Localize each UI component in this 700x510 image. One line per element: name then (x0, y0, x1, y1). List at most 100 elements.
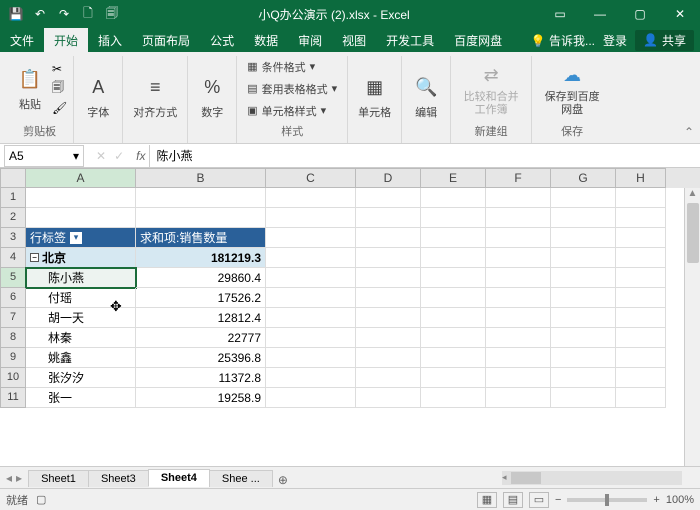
cell[interactable] (616, 228, 666, 248)
cell[interactable] (136, 208, 266, 228)
cell[interactable] (486, 368, 551, 388)
pivot-value-header[interactable]: 求和项:销售数量 (136, 228, 266, 248)
pivot-row-name[interactable]: 付瑶 (26, 288, 136, 308)
cell[interactable] (421, 368, 486, 388)
table-format-button[interactable]: ▤ 套用表格格式 ▾ (243, 80, 341, 98)
cell[interactable] (551, 228, 616, 248)
cell[interactable] (551, 368, 616, 388)
col-header-d[interactable]: D (356, 168, 421, 188)
pivot-row-value[interactable]: 12812.4 (136, 308, 266, 328)
tab-review[interactable]: 审阅 (288, 28, 332, 52)
cell[interactable] (616, 368, 666, 388)
cell[interactable] (356, 188, 421, 208)
cell[interactable] (266, 288, 356, 308)
tab-formulas[interactable]: 公式 (200, 28, 244, 52)
close-icon[interactable]: ✕ (660, 0, 700, 28)
tab-home[interactable]: 开始 (44, 28, 88, 52)
cell[interactable] (266, 328, 356, 348)
select-all-corner[interactable] (0, 168, 26, 188)
cell[interactable] (266, 308, 356, 328)
pivot-group-total[interactable]: 181219.3 (136, 248, 266, 268)
formula-input[interactable]: 陈小燕 (149, 145, 700, 167)
sheet-tab-sheet4[interactable]: Sheet4 (148, 469, 210, 487)
row-header[interactable]: 9 (0, 348, 26, 368)
horizontal-scrollbar[interactable]: ◂ (294, 471, 700, 485)
share-button[interactable]: 👤 共享 (635, 30, 694, 51)
row-header[interactable]: 10 (0, 368, 26, 388)
scrollbar-thumb[interactable] (687, 203, 699, 263)
pivot-row-name[interactable]: 张一 (26, 388, 136, 408)
cell[interactable] (486, 208, 551, 228)
cell[interactable] (421, 348, 486, 368)
editing-button[interactable]: 🔍 编辑 (408, 72, 444, 122)
cancel-formula-icon[interactable]: ✕ (96, 149, 106, 163)
row-header[interactable]: 1 (0, 188, 26, 208)
cell[interactable] (266, 228, 356, 248)
cell[interactable] (551, 248, 616, 268)
row-header[interactable]: 5 (0, 268, 26, 288)
baidu-save-button[interactable]: ☁ 保存到百度网盘 (538, 59, 606, 117)
cell[interactable] (616, 348, 666, 368)
pivot-row-name[interactable]: 张汐汐 (26, 368, 136, 388)
cell[interactable] (486, 228, 551, 248)
cell[interactable] (486, 188, 551, 208)
number-button[interactable]: % 数字 (194, 72, 230, 122)
undo-icon[interactable]: ↶ (30, 4, 50, 24)
tab-data[interactable]: 数据 (244, 28, 288, 52)
cell[interactable] (486, 308, 551, 328)
cell[interactable] (616, 308, 666, 328)
cell[interactable] (266, 248, 356, 268)
enter-formula-icon[interactable]: ✓ (114, 149, 124, 163)
format-painter-icon[interactable]: 🖌 (52, 101, 67, 115)
cell[interactable] (551, 328, 616, 348)
pivot-row-value[interactable]: 29860.4 (136, 268, 266, 288)
chevron-down-icon[interactable]: ▾ (73, 149, 79, 163)
cell[interactable] (421, 328, 486, 348)
cell[interactable] (616, 248, 666, 268)
alignment-button[interactable]: ≡ 对齐方式 (129, 72, 181, 122)
tell-me-search[interactable]: 💡 告诉我... (531, 32, 595, 49)
cell[interactable] (486, 288, 551, 308)
collapse-icon[interactable]: − (30, 253, 39, 262)
ribbon-options-icon[interactable]: ▭ (540, 0, 580, 28)
row-header[interactable]: 3 (0, 228, 26, 248)
cell[interactable] (356, 288, 421, 308)
cell[interactable] (616, 328, 666, 348)
cell[interactable] (486, 348, 551, 368)
cell[interactable] (421, 288, 486, 308)
col-header-h[interactable]: H (616, 168, 666, 188)
cell[interactable] (486, 388, 551, 408)
pivot-row-label-header[interactable]: 行标签▾ (26, 228, 136, 248)
cell[interactable] (616, 268, 666, 288)
conditional-format-button[interactable]: ▦ 条件格式 ▾ (243, 58, 341, 76)
cell[interactable] (26, 208, 136, 228)
sheet-tab-sheet1[interactable]: Sheet1 (28, 470, 89, 487)
cell[interactable] (26, 188, 136, 208)
sheet-tab-sheet3[interactable]: Sheet3 (88, 470, 149, 487)
col-header-g[interactable]: G (551, 168, 616, 188)
cell[interactable] (421, 228, 486, 248)
sheet-nav-next-icon[interactable]: ▸ (16, 471, 22, 485)
cell[interactable] (266, 348, 356, 368)
tab-view[interactable]: 视图 (332, 28, 376, 52)
cell[interactable] (551, 208, 616, 228)
tab-page-layout[interactable]: 页面布局 (132, 28, 200, 52)
cell[interactable] (551, 308, 616, 328)
col-header-e[interactable]: E (421, 168, 486, 188)
cells-button[interactable]: ▦ 单元格 (354, 72, 395, 122)
maximize-icon[interactable]: ▢ (620, 0, 660, 28)
tab-insert[interactable]: 插入 (88, 28, 132, 52)
cell[interactable] (356, 228, 421, 248)
cell[interactable] (266, 388, 356, 408)
sheet-tab-more[interactable]: Shee ... (209, 470, 273, 487)
cell[interactable] (486, 268, 551, 288)
cell[interactable] (421, 388, 486, 408)
cell[interactable] (266, 208, 356, 228)
pivot-row-value[interactable]: 25396.8 (136, 348, 266, 368)
cell[interactable] (551, 388, 616, 408)
pivot-row-name[interactable]: 胡一天 (26, 308, 136, 328)
cell[interactable] (551, 288, 616, 308)
cell[interactable] (421, 268, 486, 288)
cell[interactable] (356, 388, 421, 408)
cut-icon[interactable]: ✂ (52, 62, 67, 76)
